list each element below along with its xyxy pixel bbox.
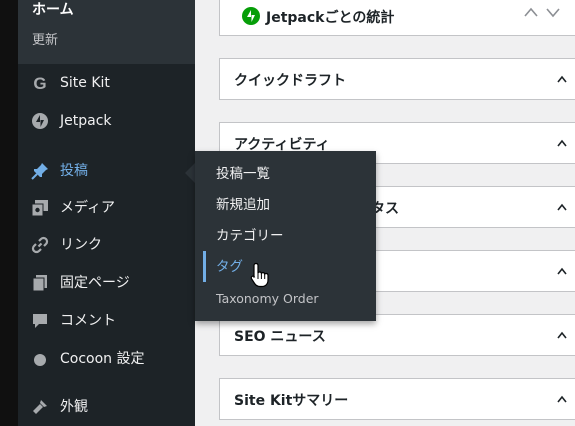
widget-site-kit-summary[interactable]: Site Kitサマリー xyxy=(219,378,575,420)
link-icon xyxy=(30,235,50,255)
sidebar-item-jetpack[interactable]: Jetpack xyxy=(18,104,195,138)
appearance-brush-icon xyxy=(30,397,50,417)
media-icon xyxy=(30,198,50,218)
sidebar-item-label: 投稿 xyxy=(60,163,88,179)
sidebar-item-label: コメント xyxy=(60,313,116,329)
sidebar-item-label: 固定ページ xyxy=(60,275,130,291)
sidebar-item-label: 外観 xyxy=(60,399,88,415)
widget-title: SEO ニュース xyxy=(234,329,326,345)
sidebar-item-label: Jetpack xyxy=(60,113,112,129)
flyout-pointer xyxy=(185,163,195,183)
chevron-up-icon[interactable] xyxy=(557,392,567,406)
hand-pointer-cursor-icon xyxy=(250,262,270,288)
widget-title: Site Kitサマリー xyxy=(234,393,349,409)
flyout-item-tags[interactable]: タグ xyxy=(216,258,243,276)
dashboard-submenu: ホーム 更新 xyxy=(18,0,195,64)
sidebar-item-pages[interactable]: 固定ページ xyxy=(18,266,195,300)
jetpack-logo-icon xyxy=(242,7,260,25)
comment-icon xyxy=(30,311,50,331)
chevron-up-icon[interactable] xyxy=(557,328,567,342)
window-edge xyxy=(0,0,18,426)
sidebar-item-links[interactable]: リンク xyxy=(18,228,195,262)
flyout-item-add-new[interactable]: 新規追加 xyxy=(216,196,270,214)
pushpin-icon xyxy=(30,161,50,181)
sidebar-item-posts[interactable]: 投稿 xyxy=(18,154,195,188)
posts-flyout-menu: 投稿一覧 新規追加 カテゴリー タグ Taxonomy Order xyxy=(195,151,376,321)
widget-order-arrows[interactable] xyxy=(523,5,563,23)
sidebar-item-label: リンク xyxy=(60,237,102,253)
chevron-up-icon[interactable] xyxy=(557,264,567,278)
google-g-icon: G xyxy=(30,73,50,93)
jetpack-bolt-icon xyxy=(30,111,50,131)
widget-title: Jetpackごとの統計 xyxy=(266,10,395,26)
chevron-up-icon[interactable] xyxy=(557,136,567,150)
sidebar-item-label: Cocoon 設定 xyxy=(60,351,145,367)
sidebar-item-update[interactable]: 更新 xyxy=(32,32,58,50)
flyout-item-taxonomy-order[interactable]: Taxonomy Order xyxy=(216,290,319,308)
admin-sidebar: ホーム 更新 G Site Kit Jetpack 投稿 メディア リンク 固定… xyxy=(18,0,195,426)
sidebar-item-label: Site Kit xyxy=(60,75,110,91)
widget-jetpack-stats[interactable]: Jetpackごとの統計 xyxy=(219,0,575,36)
flyout-item-categories[interactable]: カテゴリー xyxy=(216,227,284,245)
sidebar-item-comments[interactable]: コメント xyxy=(18,304,195,338)
sidebar-item-media[interactable]: メディア xyxy=(18,191,195,225)
flyout-item-all-posts[interactable]: 投稿一覧 xyxy=(216,165,270,183)
sidebar-item-home[interactable]: ホーム xyxy=(32,0,74,20)
sidebar-item-appearance[interactable]: 外観 xyxy=(18,390,195,424)
widget-quick-draft[interactable]: クイックドラフト xyxy=(219,58,575,100)
sidebar-item-cocoon-settings[interactable]: Cocoon 設定 xyxy=(18,342,195,376)
svg-text:G: G xyxy=(33,74,46,92)
current-indicator xyxy=(203,251,206,282)
chevron-up-icon[interactable] xyxy=(557,200,567,214)
pages-icon xyxy=(30,273,50,293)
cocoon-dot-icon xyxy=(30,349,50,369)
sidebar-item-site-kit[interactable]: G Site Kit xyxy=(18,66,195,100)
widget-title: クイックドラフト xyxy=(234,73,346,89)
sidebar-item-label: メディア xyxy=(60,200,116,216)
chevron-up-icon[interactable] xyxy=(557,72,567,86)
